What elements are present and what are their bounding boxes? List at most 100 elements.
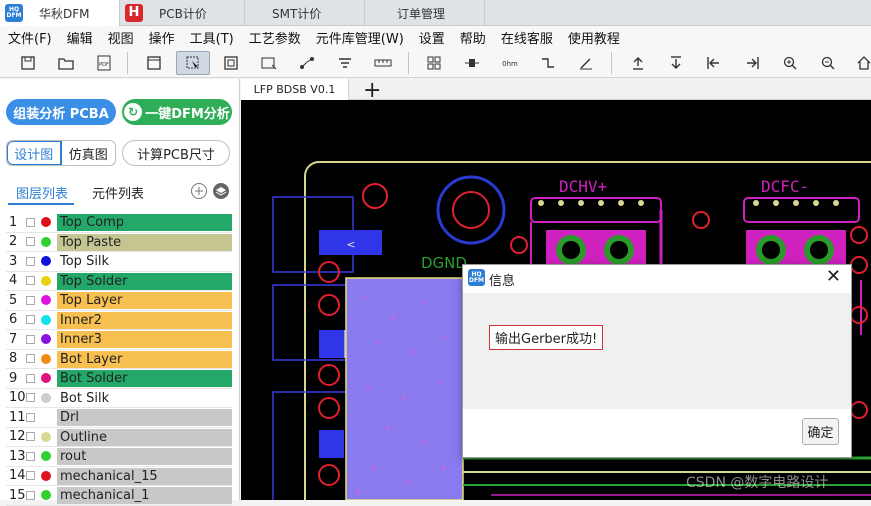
layer-visibility-checkbox[interactable] [26,490,35,500]
layer-visibility-checkbox[interactable] [26,432,35,442]
tab-huaqiu-dfm[interactable]: HQ DFM 华秋DFM [0,0,120,26]
pdf-icon[interactable]: PDF [92,51,116,75]
list-tabs: 图层列表 元件列表 [0,179,240,205]
layer-row[interactable]: 13 rout [6,447,232,467]
menu-settings[interactable]: 设置 [411,28,452,47]
calc-pcb-size-button[interactable]: 计算PCB尺寸 [122,140,230,166]
layer-color-dot-icon[interactable] [41,275,51,286]
layer-visibility-checkbox[interactable] [26,276,35,286]
layer-visibility-checkbox[interactable] [26,217,35,227]
layer-visibility-checkbox[interactable] [26,451,35,461]
menu-online-support[interactable]: 在线客服 [493,28,560,47]
layout-icon[interactable] [142,51,166,75]
layer-row[interactable]: 15 mechanical_1 [6,486,232,506]
save-icon[interactable] [16,51,40,75]
layer-color-dot-icon[interactable] [41,236,51,247]
simulation-view-tab[interactable]: 仿真图 [62,141,116,165]
upload-icon[interactable] [626,51,650,75]
layer-row[interactable]: 4 Top Solder [6,272,232,291]
grid-icon[interactable] [422,51,446,75]
layer-color-dot-icon[interactable] [41,217,51,228]
ohm-icon[interactable]: 0hm [498,51,522,75]
layer-color-dot-icon[interactable] [41,451,51,462]
document-tab[interactable]: LFP BDSB V0.1 [241,79,349,100]
select-icon[interactable] [176,51,210,75]
layer-name: Inner3 [57,331,232,348]
menu-process-params[interactable]: 工艺参数 [241,28,308,47]
assembly-analysis-button[interactable]: 组装分析 PCBA [6,99,116,125]
one-click-dfm-button[interactable]: ↻ 一键DFM分析 [122,99,232,125]
tab-pcb-quote[interactable]: H PCB计价 [120,0,245,26]
ok-button[interactable]: 确定 [802,418,839,445]
layer-color-dot-icon[interactable] [41,314,51,325]
open-folder-icon[interactable] [54,51,78,75]
layer-name: Bot Silk [57,389,232,407]
tab-layer-list[interactable]: 图层列表 [16,183,68,202]
svg-text:x: x [406,478,411,487]
layer-color-dot-icon[interactable] [41,353,51,364]
align-right-icon[interactable] [740,51,764,75]
zoom-in-icon[interactable] [778,51,802,75]
menu-edit[interactable]: 编辑 [59,28,100,47]
menu-file[interactable]: 文件(F) [0,28,59,47]
home-icon[interactable] [852,51,871,75]
menu-view[interactable]: 视图 [100,28,141,47]
layer-visibility-checkbox[interactable] [26,354,35,364]
layer-row[interactable]: 1 Top Comp [6,213,232,233]
layer-row[interactable]: 7 Inner3 [6,330,232,350]
wire-icon[interactable] [536,51,560,75]
layer-visibility-checkbox[interactable] [26,315,35,325]
layer-row[interactable]: 11 Drl [6,408,232,428]
layer-visibility-checkbox[interactable] [26,412,35,422]
tab-component-list[interactable]: 元件列表 [92,183,144,202]
layer-row[interactable]: 8 Bot Layer [6,350,232,369]
add-icon[interactable] [190,182,208,203]
menu-tutorial[interactable]: 使用教程 [560,28,627,47]
layer-color-dot-icon[interactable] [41,392,51,403]
layer-color-dot-icon[interactable] [41,470,51,481]
stack-icon[interactable] [333,51,357,75]
tab-smt-quote[interactable]: SMT计价 [245,0,365,26]
layer-visibility-checkbox[interactable] [26,373,35,383]
measure-icon[interactable] [371,51,395,75]
layer-visibility-checkbox[interactable] [26,334,35,344]
layer-color-dot-icon[interactable] [41,334,51,345]
layer-color-dot-icon[interactable] [41,373,51,384]
zoom-box-icon[interactable] [219,51,243,75]
layer-row[interactable]: 2 Top Paste [6,233,232,252]
layer-color-dot-icon[interactable] [41,295,51,306]
layer-color-dot-icon[interactable] [41,490,51,501]
layer-visibility-checkbox[interactable] [26,256,35,266]
layer-row[interactable]: 6 Inner2 [6,311,232,330]
component-icon[interactable] [460,51,484,75]
align-left-icon[interactable] [702,51,726,75]
route-icon[interactable] [295,51,319,75]
info-dialog: HQ DFM 信息 ✕ 输出Gerber成功! 确定 [462,264,852,458]
probe-icon[interactable] [574,51,598,75]
layer-row[interactable]: 12 Outline [6,428,232,447]
download-icon[interactable] [664,51,688,75]
menu-library[interactable]: 元件库管理(W) [308,28,411,47]
layer-number: 15 [9,487,26,503]
layer-visibility-checkbox[interactable] [26,295,35,305]
menu-operate[interactable]: 操作 [141,28,182,47]
layer-visibility-checkbox[interactable] [26,393,35,403]
layer-row[interactable]: 9 Bot Solder [6,369,232,389]
close-icon[interactable]: ✕ [826,266,841,287]
layer-color-dot-icon[interactable] [41,412,51,422]
layer-row[interactable]: 10 Bot Silk [6,389,232,408]
layer-color-dot-icon[interactable] [41,256,51,267]
layer-visibility-checkbox[interactable] [26,237,35,247]
layer-row[interactable]: 14 mechanical_15 [6,467,232,486]
layer-visibility-checkbox[interactable] [26,471,35,481]
layer-row[interactable]: 3 Top Silk [6,252,232,272]
menu-help[interactable]: 帮助 [452,28,493,47]
design-view-tab[interactable]: 设计图 [7,141,62,165]
move-icon[interactable] [257,51,281,75]
layer-color-dot-icon[interactable] [41,431,51,442]
layers-stack-icon[interactable] [212,182,230,203]
layer-row[interactable]: 5 Top Layer [6,291,232,311]
menu-tools[interactable]: 工具(T) [182,28,241,47]
tab-order-management[interactable]: 订单管理 [365,0,485,26]
zoom-out-icon[interactable] [816,51,840,75]
